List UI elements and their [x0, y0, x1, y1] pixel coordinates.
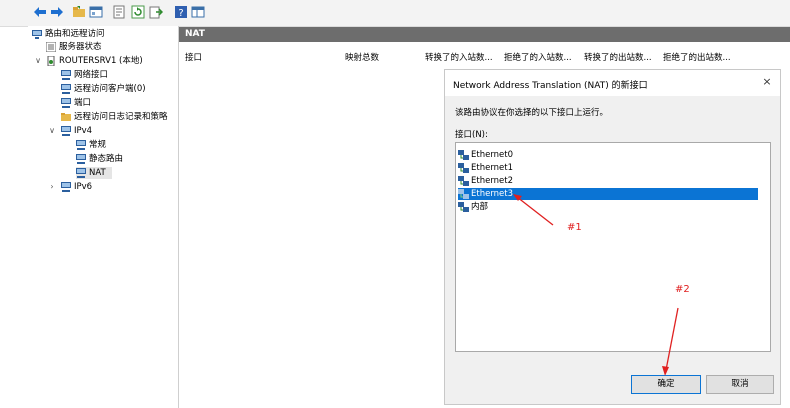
- annotation-arrow-1: [513, 194, 554, 226]
- annotation-label-2: #2: [675, 284, 690, 295]
- annotation-overlay: [513, 194, 679, 376]
- annotation-arrow-2: [662, 307, 679, 376]
- annotation-label-1: #1: [567, 222, 582, 233]
